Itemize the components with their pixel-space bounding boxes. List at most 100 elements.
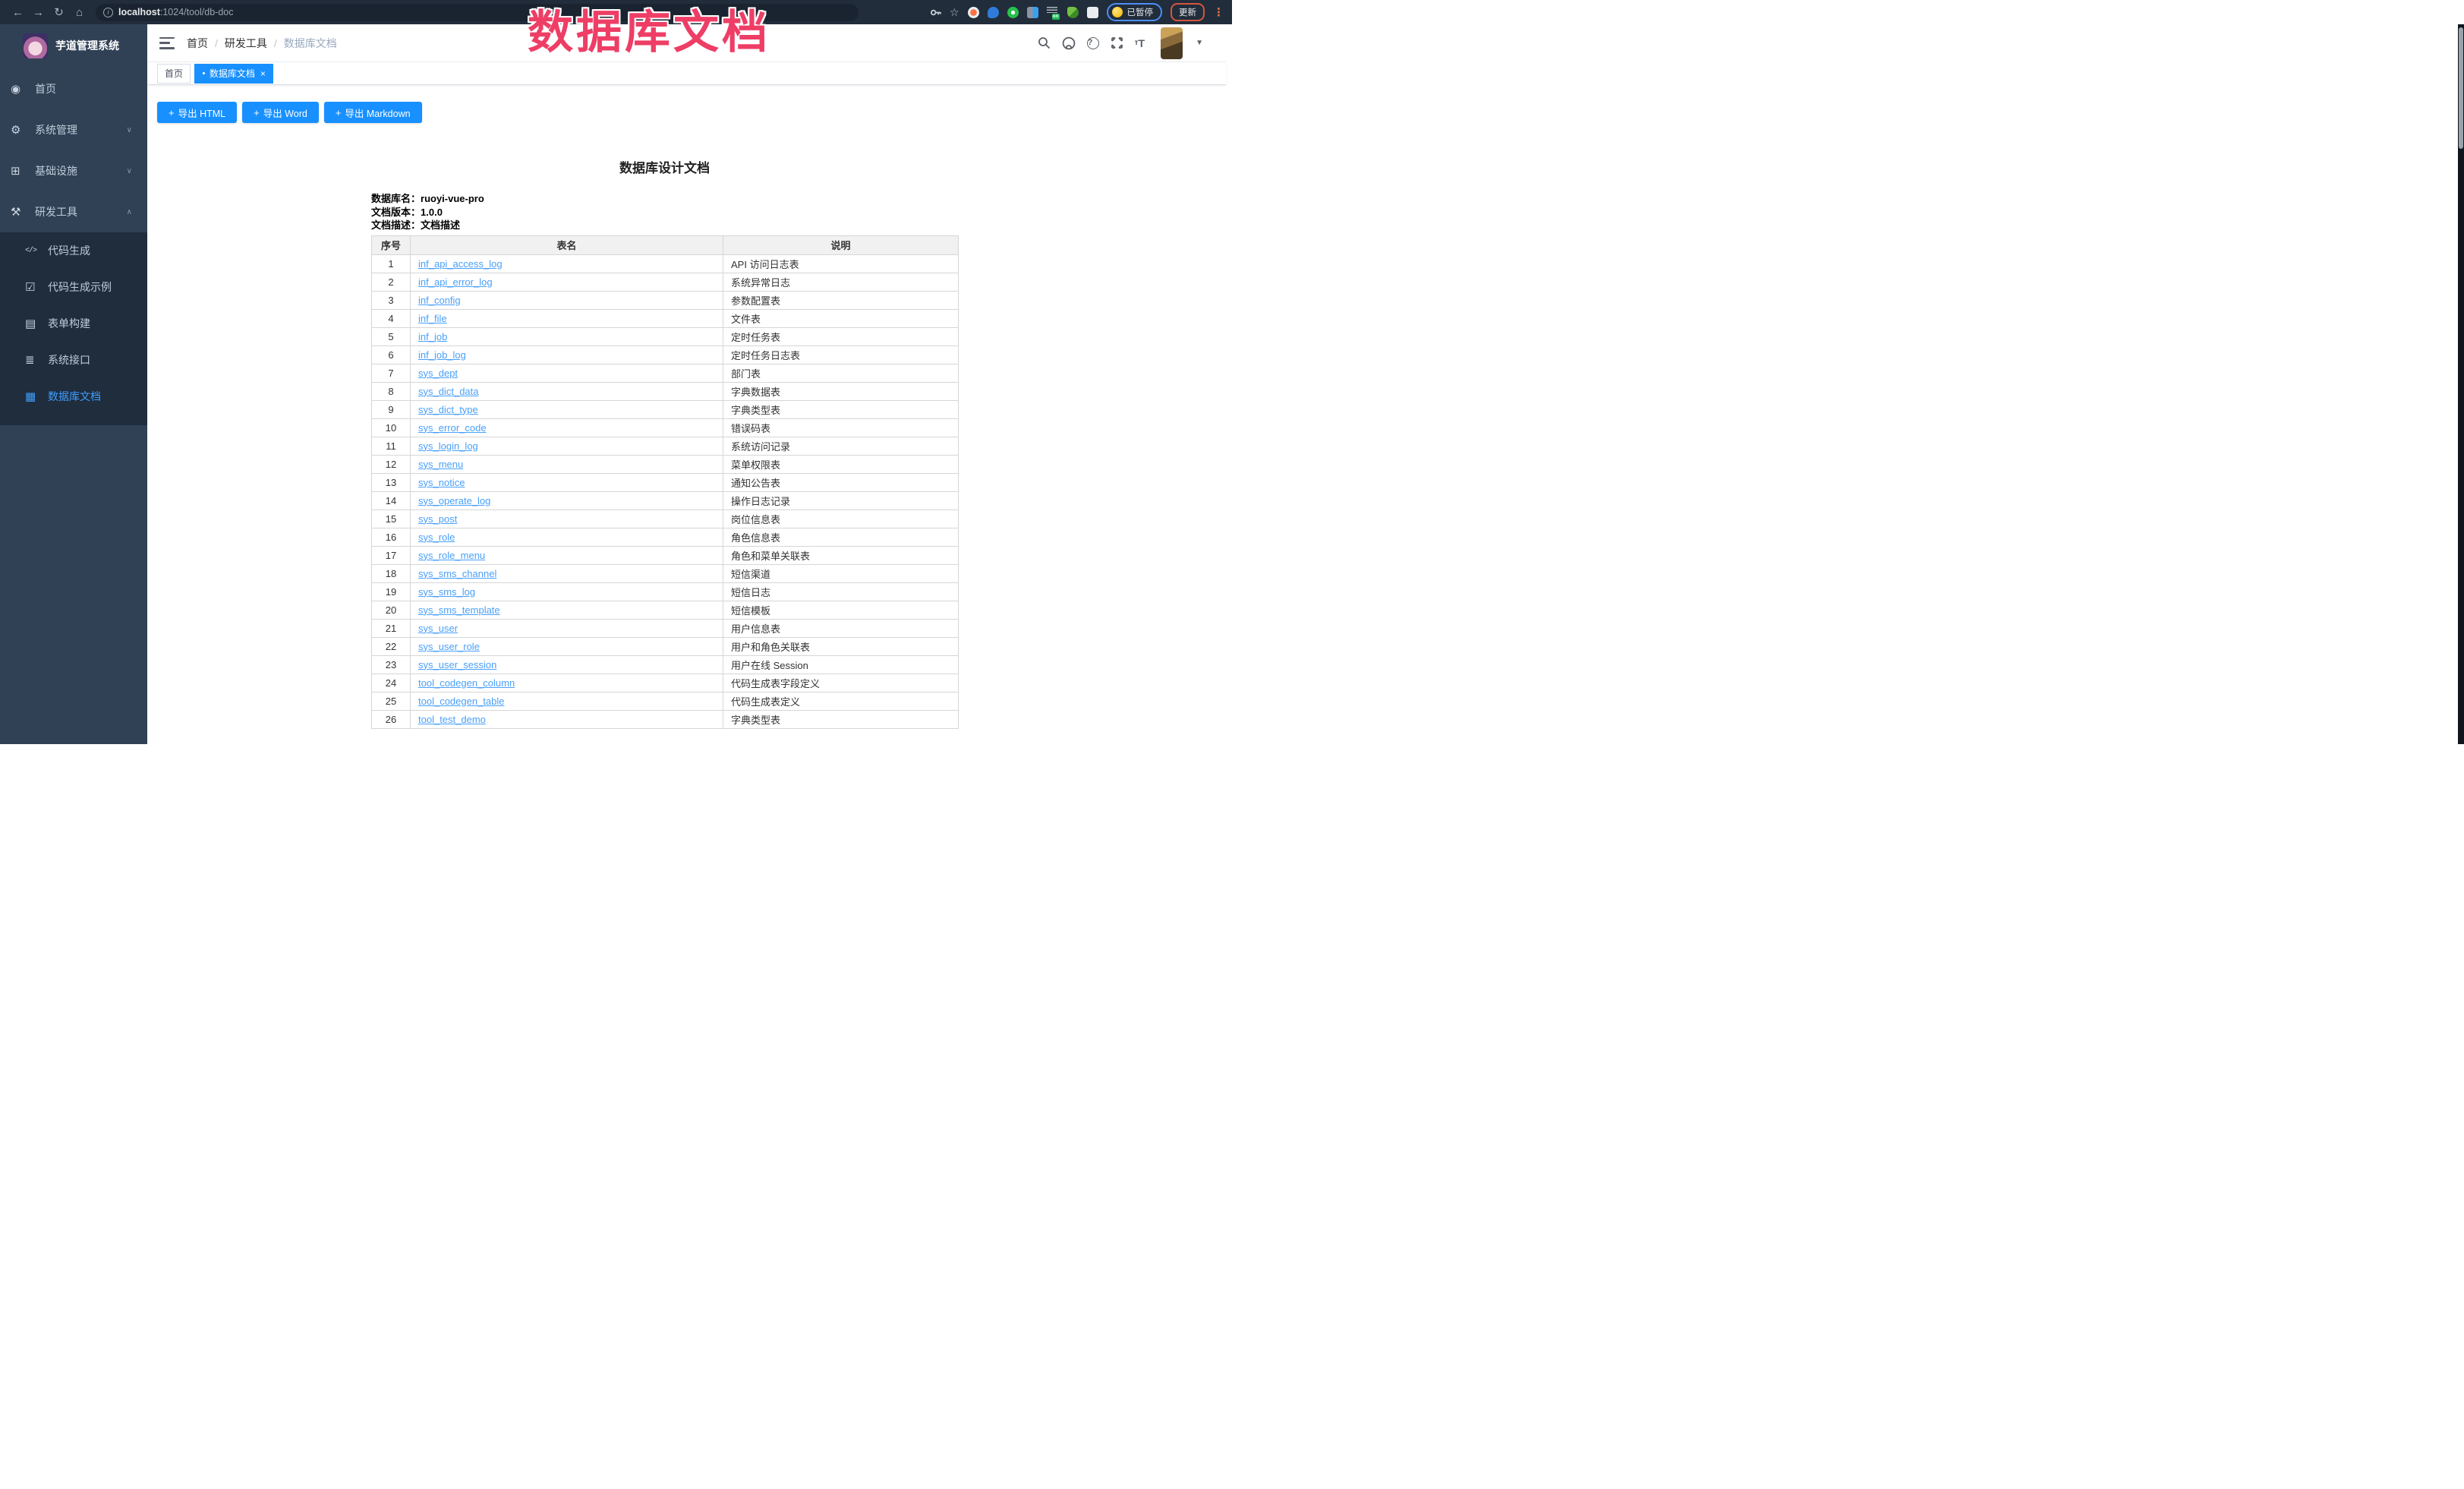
breadcrumb-item[interactable]: 首页 bbox=[187, 36, 208, 51]
extension-icon-grid[interactable] bbox=[1027, 7, 1038, 18]
back-icon[interactable]: ← bbox=[8, 6, 28, 19]
table-link[interactable]: sys_user_session bbox=[418, 659, 496, 670]
table-row: 12 sys_menu 菜单权限表 bbox=[372, 455, 959, 473]
puzzle-icon[interactable] bbox=[1087, 7, 1098, 18]
fullscreen-icon[interactable] bbox=[1111, 36, 1123, 49]
table-link[interactable]: sys_operate_log bbox=[418, 495, 490, 506]
table-row: 11 sys_login_log 系统访问记录 bbox=[372, 437, 959, 455]
github-icon[interactable] bbox=[1062, 36, 1076, 50]
table-link[interactable]: sys_post bbox=[418, 513, 457, 525]
caret-down-icon[interactable]: ▼ bbox=[1196, 39, 1203, 47]
sidebar-subitem[interactable]: ☑ 代码生成示例 bbox=[0, 269, 147, 305]
table-link[interactable]: sys_role bbox=[418, 532, 455, 543]
tools-icon: ⚒ bbox=[11, 205, 29, 219]
home-icon[interactable]: ⌂ bbox=[69, 6, 90, 19]
paused-extension-button[interactable]: 已暂停 bbox=[1107, 3, 1163, 21]
table-link[interactable]: sys_login_log bbox=[418, 440, 478, 452]
tags-view-bar: 首页 ● 数据库文档 × bbox=[147, 62, 1226, 85]
code-icon: </> bbox=[25, 247, 43, 255]
breadcrumb-item[interactable]: 数据库文档 bbox=[267, 36, 337, 51]
table-row: 23 sys_user_session 用户在线 Session bbox=[372, 655, 959, 674]
extension-icon-on-badge[interactable]: on bbox=[1047, 7, 1059, 18]
plus-icon: + bbox=[169, 107, 175, 118]
reload-icon[interactable]: ↻ bbox=[49, 5, 69, 19]
view-tab[interactable]: 首页 bbox=[157, 64, 191, 84]
font-size-icon[interactable]: тT bbox=[1135, 37, 1145, 49]
sidebar-subitem[interactable]: </> 代码生成 bbox=[0, 232, 147, 269]
browser-actions: ☆ on 已暂停 更新 ⋮ bbox=[930, 3, 1224, 21]
scrollbar-thumb[interactable] bbox=[2459, 27, 2463, 149]
browser-update-button[interactable]: 更新 bbox=[1171, 3, 1205, 21]
paused-label: 已暂停 bbox=[1127, 6, 1154, 18]
extension-icon-pin[interactable] bbox=[988, 7, 999, 18]
table-link[interactable]: inf_job_log bbox=[418, 349, 466, 361]
table-link[interactable]: inf_api_access_log bbox=[418, 258, 503, 270]
export-button[interactable]: + 导出 Word bbox=[242, 102, 319, 123]
table-link[interactable]: inf_job bbox=[418, 331, 447, 342]
sidebar-subitem[interactable]: ▤ 表单构建 bbox=[0, 305, 147, 342]
table-link[interactable]: tool_test_demo bbox=[418, 714, 486, 725]
page-scrollbar[interactable] bbox=[2458, 24, 2464, 744]
table-link[interactable]: inf_api_error_log bbox=[418, 276, 493, 288]
export-button[interactable]: + 导出 Markdown bbox=[324, 102, 422, 123]
dashboard-icon: ◉ bbox=[11, 82, 29, 96]
table-link[interactable]: sys_menu bbox=[418, 459, 463, 470]
address-bar[interactable]: i localhost:1024/tool/db-doc bbox=[96, 4, 859, 21]
export-button[interactable]: + 导出 HTML bbox=[157, 102, 237, 123]
info-value: ruoyi-vue-pro bbox=[421, 193, 484, 204]
table-row: 2 inf_api_error_log 系统异常日志 bbox=[372, 273, 959, 291]
site-info-icon[interactable]: i bbox=[103, 8, 113, 17]
table-link[interactable]: sys_sms_log bbox=[418, 586, 475, 598]
table-row: 20 sys_sms_template 短信模板 bbox=[372, 601, 959, 619]
table-row: 5 inf_job 定时任务表 bbox=[372, 327, 959, 345]
key-icon[interactable] bbox=[930, 7, 941, 18]
chevron-icon: ∨ bbox=[127, 167, 132, 175]
table-link[interactable]: sys_role_menu bbox=[418, 550, 485, 561]
table-link[interactable]: inf_config bbox=[418, 295, 461, 306]
sidebar-item[interactable]: ⊞ 基础设施 ∨ bbox=[0, 150, 147, 191]
url-text: localhost:1024/tool/db-doc bbox=[118, 7, 233, 17]
info-label: 数据库名： bbox=[371, 193, 421, 204]
table-link[interactable]: tool_codegen_column bbox=[418, 677, 515, 689]
table-row: 18 sys_sms_channel 短信渠道 bbox=[372, 564, 959, 582]
close-icon[interactable]: × bbox=[260, 68, 266, 79]
table-link[interactable]: sys_notice bbox=[418, 477, 465, 488]
table-link[interactable]: inf_file bbox=[418, 313, 447, 324]
emoji-face-icon bbox=[1112, 7, 1123, 17]
api-icon: ≣ bbox=[25, 353, 43, 367]
table-link[interactable]: sys_dept bbox=[418, 368, 458, 379]
db-info-line: 数据库名：ruoyi-vue-pro bbox=[371, 192, 958, 206]
sidebar-collapse-icon[interactable] bbox=[159, 37, 175, 49]
table-link[interactable]: sys_dict_type bbox=[418, 404, 478, 415]
sidebar-subitem[interactable]: ≣ 系统接口 bbox=[0, 342, 147, 378]
sidebar: 芋道管理系统 ◉ 首页 ⚙ 系统管理 ∨ ⊞ 基础设施 ∨ ⚒ 研 bbox=[0, 24, 147, 744]
table-row: 10 sys_error_code 错误码表 bbox=[372, 418, 959, 437]
export-button-label: 导出 Markdown bbox=[345, 106, 410, 120]
help-icon[interactable]: ? bbox=[1087, 37, 1099, 49]
extension-icon-leaf[interactable] bbox=[1067, 7, 1079, 18]
browser-menu-icon[interactable]: ⋮ bbox=[1213, 5, 1224, 19]
table-link[interactable]: tool_codegen_table bbox=[418, 696, 505, 707]
table-link[interactable]: sys_user_role bbox=[418, 641, 480, 652]
breadcrumb-item[interactable]: 研发工具 bbox=[208, 36, 267, 51]
extension-icon-red[interactable] bbox=[968, 7, 979, 18]
avatar[interactable] bbox=[1161, 27, 1183, 59]
table-link[interactable]: sys_error_code bbox=[418, 422, 487, 434]
sidebar-item[interactable]: ⚙ 系统管理 ∨ bbox=[0, 109, 147, 150]
sidebar-item[interactable]: ◉ 首页 bbox=[0, 68, 147, 109]
table-row: 4 inf_file 文件表 bbox=[372, 309, 959, 327]
table-link[interactable]: sys_sms_template bbox=[418, 604, 500, 616]
app-logo[interactable]: 芋道管理系统 bbox=[0, 24, 147, 67]
sidebar-subitem[interactable]: ▦ 数据库文档 bbox=[0, 378, 147, 415]
table-link[interactable]: sys_user bbox=[418, 623, 458, 634]
extension-icon-check[interactable] bbox=[1007, 7, 1019, 18]
sidebar-item[interactable]: ⚒ 研发工具 ∧ bbox=[0, 191, 147, 232]
logo-image bbox=[23, 33, 48, 58]
forward-icon[interactable]: → bbox=[28, 6, 49, 19]
view-tab[interactable]: ● 数据库文档 × bbox=[194, 64, 273, 84]
table-link[interactable]: sys_dict_data bbox=[418, 386, 479, 397]
sidebar-submenu: </> 代码生成 ☑ 代码生成示例 ▤ 表单构建 ≣ 系统接口 ▦ 数据库文档 bbox=[0, 232, 147, 425]
table-link[interactable]: sys_sms_channel bbox=[418, 568, 496, 579]
bookmark-star-icon[interactable]: ☆ bbox=[950, 6, 959, 19]
search-icon[interactable] bbox=[1038, 36, 1051, 49]
